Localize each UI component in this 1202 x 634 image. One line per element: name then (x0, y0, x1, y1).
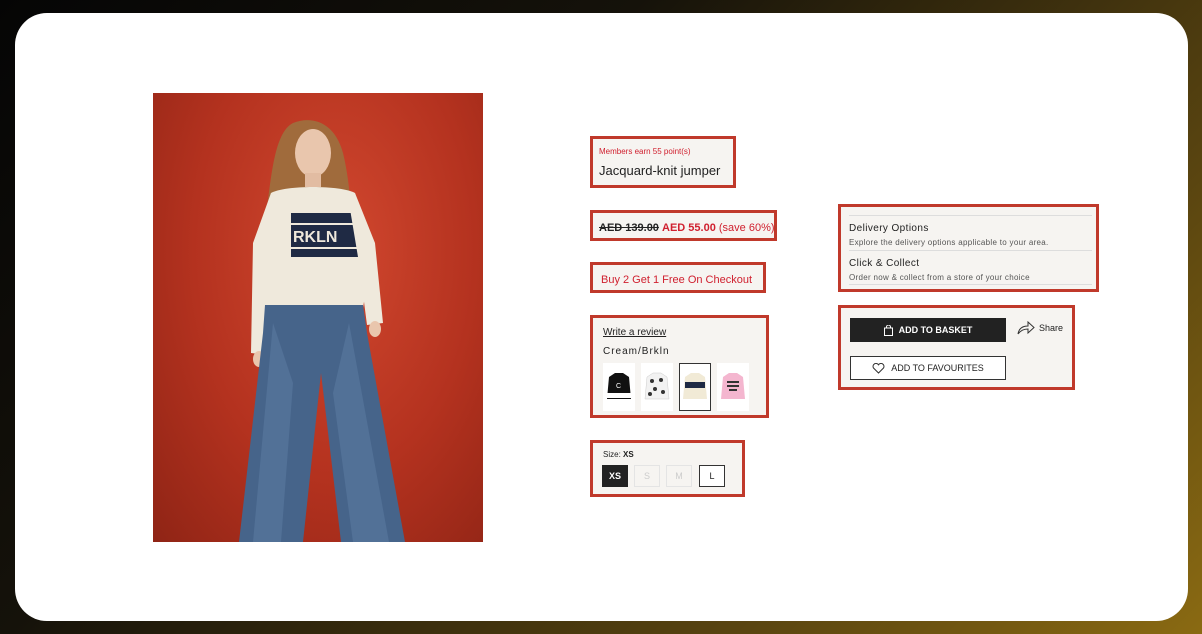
actions-box: ADD TO BASKET Share ADD TO FAVOURITES (838, 305, 1075, 390)
price-old: AED 139.00 (599, 222, 659, 234)
pink-jumper-icon (721, 373, 745, 399)
divider-middle (849, 250, 1092, 251)
delivery-options-title[interactable]: Delivery Options (849, 223, 929, 234)
heart-icon (872, 362, 885, 374)
product-title: Jacquard-knit jumper (599, 163, 721, 178)
delivery-box: Delivery Options Explore the delivery op… (838, 204, 1099, 292)
product-photo[interactable]: RKLN (153, 93, 483, 542)
add-to-favourites-button[interactable]: ADD TO FAVOURITES (850, 356, 1006, 380)
members-points-note: Members earn 55 point(s) (599, 147, 691, 156)
share-button[interactable]: Share (1017, 321, 1063, 335)
swatch-black[interactable]: C (603, 363, 635, 411)
price-line: AED 139.00 AED 55.00 (save 60%) (599, 222, 775, 234)
size-option-s[interactable]: S (634, 465, 660, 487)
share-arrow-icon (1017, 321, 1035, 335)
price-save: (save 60%) (718, 222, 775, 234)
white-patterned-jumper-icon (644, 372, 670, 400)
share-label: Share (1039, 323, 1064, 333)
size-label: Size: XS (603, 450, 634, 459)
promo-box: Buy 2 Get 1 Free On Checkout (590, 262, 766, 293)
bag-icon (883, 324, 893, 336)
model-illustration: RKLN (239, 120, 405, 542)
page-card: RKLN Members earn 55 point(s) Jacquard-k… (15, 13, 1188, 621)
price-new: AED 55.00 (662, 222, 716, 234)
title-box: Members earn 55 point(s) Jacquard-knit j… (590, 136, 736, 188)
divider-top (849, 215, 1092, 216)
add-to-basket-button[interactable]: ADD TO BASKET (850, 318, 1006, 342)
size-label-text: Size: (603, 450, 621, 459)
svg-text:RKLN: RKLN (293, 229, 337, 246)
size-option-xs[interactable]: XS (602, 465, 628, 487)
cream-brkln-jumper-icon (683, 373, 707, 399)
promo-text: Buy 2 Get 1 Free On Checkout (601, 274, 753, 286)
add-to-favourites-label: ADD TO FAVOURITES (891, 363, 984, 373)
click-collect-title[interactable]: Click & Collect (849, 258, 919, 269)
size-selected-value: XS (623, 450, 634, 459)
write-review-link[interactable]: Write a review (603, 327, 666, 338)
swatch-white-pattern[interactable] (641, 363, 673, 411)
add-to-basket-label: ADD TO BASKET (898, 325, 973, 335)
svg-text:C: C (616, 383, 621, 390)
colour-name: Cream/Brkln (603, 346, 670, 357)
size-box: Size: XS XS S M L (590, 440, 745, 497)
click-collect-sub: Order now & collect from a store of your… (849, 273, 1030, 282)
divider-bottom (849, 284, 1092, 285)
delivery-options-sub: Explore the delivery options applicable … (849, 238, 1049, 247)
colour-box: Write a review Cream/Brkln C (590, 315, 769, 418)
size-option-m[interactable]: M (666, 465, 692, 487)
swatch-pink[interactable] (717, 363, 749, 411)
swatch-cream-brkln[interactable] (679, 363, 711, 411)
price-box: AED 139.00 AED 55.00 (save 60%) (590, 210, 777, 241)
size-option-l[interactable]: L (699, 465, 725, 487)
black-jumper-icon: C (607, 373, 631, 399)
